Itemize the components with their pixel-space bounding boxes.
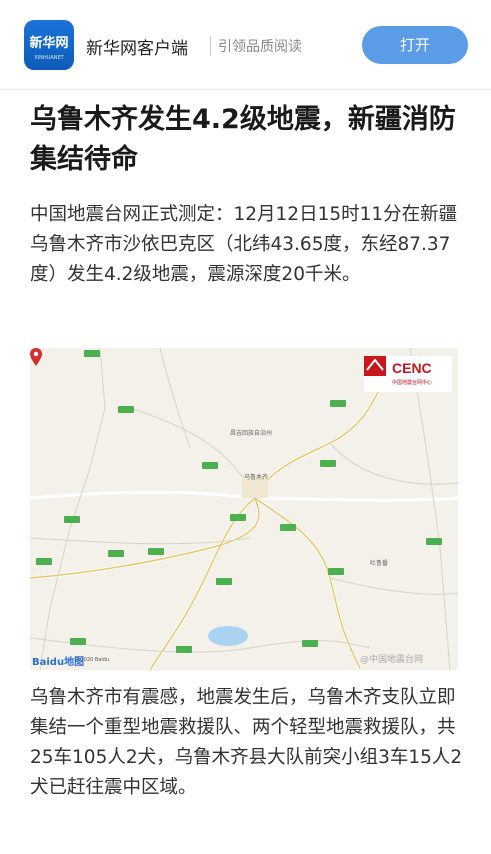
app-slogan: 引领品质阅读: [218, 39, 302, 55]
region-label: 昌吉回族自治州: [230, 430, 273, 437]
epicenter-pin-icon: [30, 348, 42, 366]
map-roads: [30, 348, 458, 670]
road-badge: [330, 400, 346, 407]
app-banner: 新华网 XINHUANET 新华网客户端 引领品质阅读 打开: [0, 0, 491, 90]
road-badge: [118, 406, 134, 413]
road-badge: [426, 538, 442, 545]
earthquake-map[interactable]: CENC 中国地震台网中心 乌鲁木齐 昌吉回族自治州 吐鲁番 Baidu地图 ©…: [30, 348, 458, 670]
road-badge: [230, 514, 246, 521]
map-copyright: © 2020 Baidu: [74, 657, 110, 663]
cenc-logo: CENC 中国地震台网中心: [364, 356, 452, 392]
city-label: 乌鲁木齐: [244, 474, 269, 481]
logo-subtext: XINHUANET: [34, 55, 64, 61]
logo-text: 新华网: [29, 36, 69, 51]
xinhua-logo[interactable]: 新华网 XINHUANET: [24, 20, 74, 70]
road-badge: [216, 578, 232, 585]
article-paragraph: 中国地震台网正式测定：12月12日15时11分在新疆乌鲁木齐市沙依巴克区（北纬4…: [30, 204, 458, 285]
open-app-button[interactable]: 打开: [362, 26, 468, 64]
road-badge: [70, 638, 86, 645]
road-badge: [108, 550, 124, 557]
road-badge: [84, 350, 100, 357]
road-badge: [148, 548, 164, 555]
weibo-watermark: @中国地震台网: [360, 655, 424, 665]
cenc-logo-subtext: 中国地震台网中心: [392, 380, 433, 386]
article-paragraph: 乌鲁木齐市有震感，地震发生后，乌鲁木齐支队立即集结一个重型地震救援队、两个轻型地…: [30, 687, 463, 798]
road-badge: [320, 460, 336, 467]
road-badge: [280, 524, 296, 531]
town-label: 吐鲁番: [370, 560, 389, 567]
app-name: 新华网客户端: [86, 39, 188, 59]
road-badge: [176, 646, 192, 653]
road-badge: [36, 558, 52, 565]
road-badge: [328, 568, 344, 575]
road-badge: [302, 640, 318, 647]
road-badge: [202, 462, 218, 469]
road-badge: [64, 516, 80, 523]
cenc-mark-icon: [364, 356, 386, 376]
article-title: 乌鲁木齐发生4.2级地震，新疆消防集结待命: [30, 104, 456, 175]
divider: [210, 36, 211, 56]
cenc-logo-text: CENC: [392, 360, 432, 376]
